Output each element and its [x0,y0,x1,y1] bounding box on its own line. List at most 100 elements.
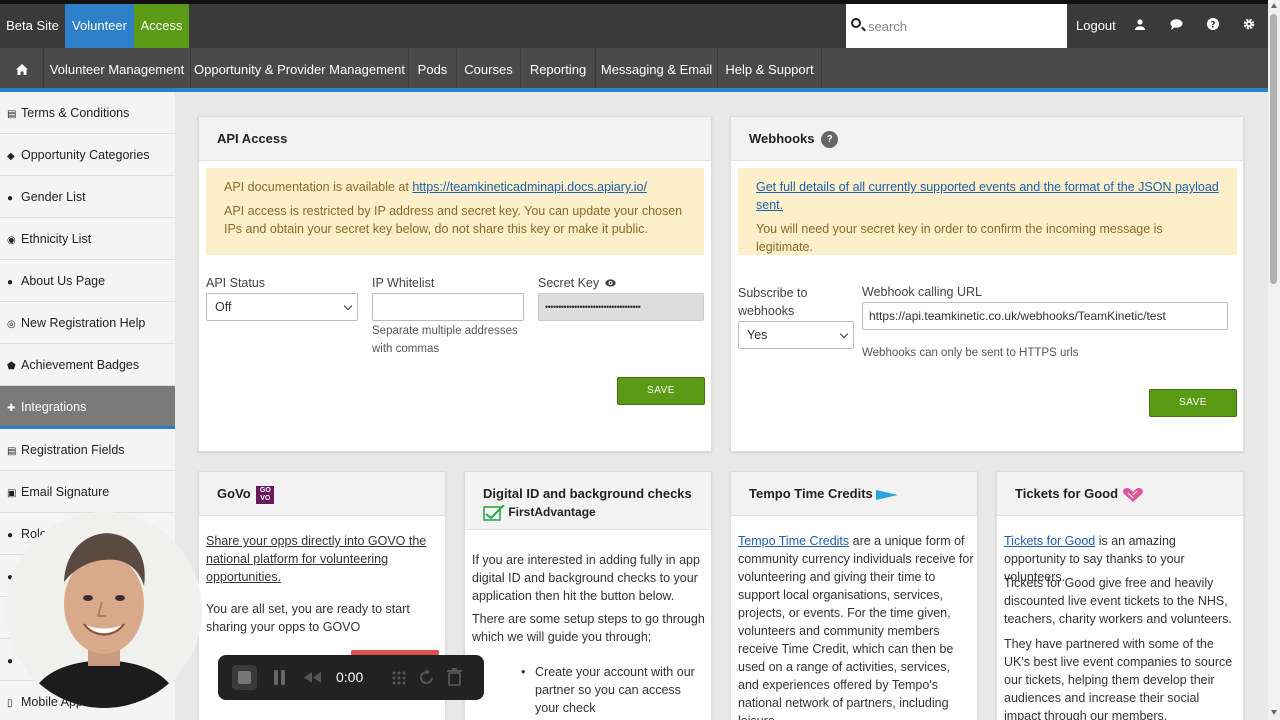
secret-key-label-text: Secret Key [538,276,600,290]
chevron-down-icon [839,329,849,339]
nav-messaging-email[interactable]: Messaging & Email [596,48,718,88]
sidebar-item-label: Ethnicity List [21,232,92,246]
list-icon: ▤ [7,446,17,457]
search-box[interactable] [846,4,1067,48]
sidebar-item-email-signature[interactable]: ▣ Email Signature [0,471,175,513]
scroll-down-arrow[interactable] [1271,710,1277,715]
nav-courses[interactable]: Courses [457,48,521,88]
sidebar-item-registration-fields[interactable]: ▤ Registration Fields [0,429,175,471]
sidebar-item-label: About Us Page [21,274,106,288]
api-status-label: API Status [206,276,266,290]
sidebar-item-label: Opportunity Categories [21,148,150,162]
webhook-docs-link[interactable]: Get full details of all currently suppor… [756,180,1219,212]
logo-text: FirstAdvantage [508,505,596,519]
tickets-p3: They have partnered with some of the UK'… [1004,637,1233,720]
users-icon: ● [7,530,14,541]
sidebar-item-about-us[interactable]: ● About Us Page [0,260,175,302]
help-icon[interactable]: ? [821,131,839,149]
puzzle-icon: ✚ [7,403,16,414]
pen-icon: ▣ [7,488,17,499]
sidebar-item-label: Terms & Conditions [21,106,130,120]
gear-icon[interactable] [1239,4,1259,48]
subscribe-select[interactable]: Yes [738,321,854,349]
tempo-description: Tempo Time Credits are a unique form of … [738,532,974,720]
webhooks-save-button[interactable]: SAVE [1149,389,1237,417]
notice-prefix: API documentation is available at [224,180,413,194]
tab-volunteer[interactable]: Volunteer [65,4,134,48]
tab-access[interactable]: Access [134,4,189,48]
sidebar-item-opportunity-categories[interactable]: ◆ Opportunity Categories [0,134,175,176]
panel-title: Webhooks ? [731,117,1243,161]
user-icon[interactable] [1130,4,1150,48]
panel-title-text: Tickets for Good [1015,486,1119,501]
sidebar-item-achievement-badges[interactable]: ⬟ Achievement Badges [0,344,175,386]
nav-reporting[interactable]: Reporting [521,48,596,88]
sidebar-item-new-registration-help[interactable]: ◎ New Registration Help [0,302,175,344]
stop-button[interactable] [232,665,257,690]
drag-handle[interactable] [386,665,411,690]
tempo-link[interactable]: Tempo Time Credits [738,534,849,548]
page-scrollbar[interactable] [1268,0,1280,720]
panel-title: Tickets for Good [997,472,1243,516]
eye-icon[interactable] [604,279,616,287]
rewind-button[interactable] [300,665,325,690]
notice-body: You will need your secret key in order t… [756,222,1163,254]
delete-button[interactable] [442,665,467,690]
digital-id-intro: If you are interested in adding fully in… [472,553,700,603]
api-notice: API documentation is available at https:… [206,168,704,255]
help-icon[interactable]: ? [1203,4,1223,48]
panel-title: Tempo Time Credits [731,472,977,516]
nav-opportunity-provider[interactable]: Opportunity & Provider Management [191,48,409,88]
sidebar-item-integrations[interactable]: ✚ Integrations [0,386,175,429]
chat-icon[interactable] [1166,4,1186,48]
secret-key-label: Secret Key [538,276,616,290]
govo-logo: GO VO [256,485,275,504]
nav-help-support[interactable]: Help & Support [718,48,822,88]
api-status-select[interactable]: Off [206,293,358,321]
heart-logo-icon [1122,487,1143,502]
nav-pods[interactable]: Pods [409,48,457,88]
webhook-url-input[interactable]: https://api.teamkinetic.co.uk/webhooks/T… [862,302,1228,330]
digital-id-steps-intro: There are some setup steps to go through… [472,612,705,644]
scroll-thumb[interactable] [1270,14,1277,284]
api-access-panel: API Access API documentation is availabl… [198,116,712,452]
nav-home[interactable] [0,48,44,88]
webhook-url-hint: Webhooks can only be sent to HTTPS urls [862,347,1079,359]
step-bullet: • Create your account with our partner so… [521,663,695,717]
check-logo-icon [483,504,505,521]
govo-link[interactable]: Share your opps directly into GOVO the n… [206,532,432,586]
scroll-up-arrow[interactable] [1271,3,1277,8]
logout-link[interactable]: Logout [1076,4,1116,48]
chevron-down-icon [343,301,353,311]
sidebar-item-ethnicity-list[interactable]: ◉ Ethnicity List [0,218,175,260]
tab-beta-site[interactable]: Beta Site [0,4,65,48]
panel-title: Digital ID and background checks FirstAd… [465,472,711,530]
sidebar-item-gender-list[interactable]: ● Gender List [0,176,175,218]
nav-volunteer-management[interactable]: Volunteer Management [44,48,191,88]
sidebar-item-label: Achievement Badges [21,358,140,372]
home-icon [15,64,28,75]
tempo-logo-icon [876,489,899,500]
api-docs-link[interactable]: https://teamkineticadminapi.docs.apiary.… [412,180,647,194]
shield-icon: ⬟ [7,361,16,372]
restart-button[interactable] [414,665,439,690]
panel-title-text: Webhooks [749,131,815,146]
panel-title: GoVo GO VO [199,472,445,516]
main-nav: Volunteer Management Opportunity & Provi… [0,48,1268,92]
digital-id-card: Digital ID and background checks FirstAd… [464,471,712,720]
webhook-url-label: Webhook calling URL [862,285,982,299]
tickets-link[interactable]: Tickets for Good [1004,534,1095,548]
ip-whitelist-input[interactable] [372,293,524,321]
panel-title: API Access [199,117,711,161]
rewind-icon [304,672,321,683]
api-save-button[interactable]: SAVE [617,377,705,405]
search-input[interactable] [868,16,1058,36]
bullet-text: Create your account with our partner so … [535,665,695,715]
panel-title-text: Tempo Time Credits [749,486,873,501]
sidebar-item-label: Registration Fields [21,443,125,457]
pause-button[interactable] [268,665,293,690]
bullet-dot: • [521,665,526,679]
select-value: Yes [747,328,768,342]
notice-body: API access is restricted by IP address a… [224,204,683,236]
sidebar-item-terms[interactable]: ▤ Terms & Conditions [0,92,175,134]
